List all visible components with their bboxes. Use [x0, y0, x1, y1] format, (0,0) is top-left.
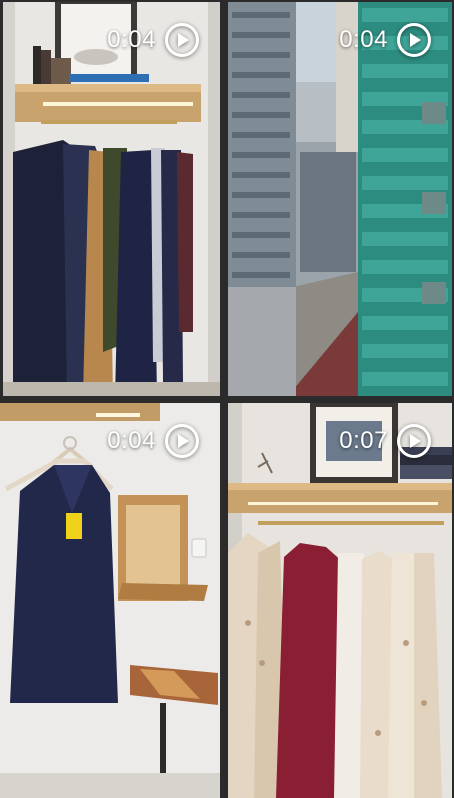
video-overlay: 0:07 — [339, 423, 432, 459]
video-thumbnail-vest-shelf[interactable]: 0:04 — [0, 403, 220, 798]
video-thumbnail-city-view[interactable]: 0:04 — [228, 2, 452, 396]
play-circle-icon[interactable] — [396, 22, 432, 58]
video-overlay: 0:04 — [339, 22, 432, 58]
play-circle-icon[interactable] — [396, 423, 432, 459]
play-circle-icon[interactable] — [164, 22, 200, 58]
play-circle-icon[interactable] — [164, 423, 200, 459]
video-overlay: 0:04 — [107, 423, 200, 459]
city-view-image — [228, 2, 452, 396]
video-thumbnail-closet-light[interactable]: 0:07 — [228, 403, 452, 798]
closet-light-image — [228, 403, 452, 798]
vest-shelf-image — [0, 403, 220, 798]
video-duration: 0:04 — [339, 26, 388, 53]
video-grid: 0:04 0:04 0:04 0:07 — [0, 0, 454, 798]
video-duration: 0:04 — [107, 26, 156, 53]
closet-dark-image — [3, 2, 220, 396]
video-duration: 0:04 — [107, 427, 156, 454]
video-duration: 0:07 — [339, 427, 388, 454]
video-overlay: 0:04 — [107, 22, 200, 58]
video-thumbnail-closet-dark[interactable]: 0:04 — [3, 2, 220, 396]
